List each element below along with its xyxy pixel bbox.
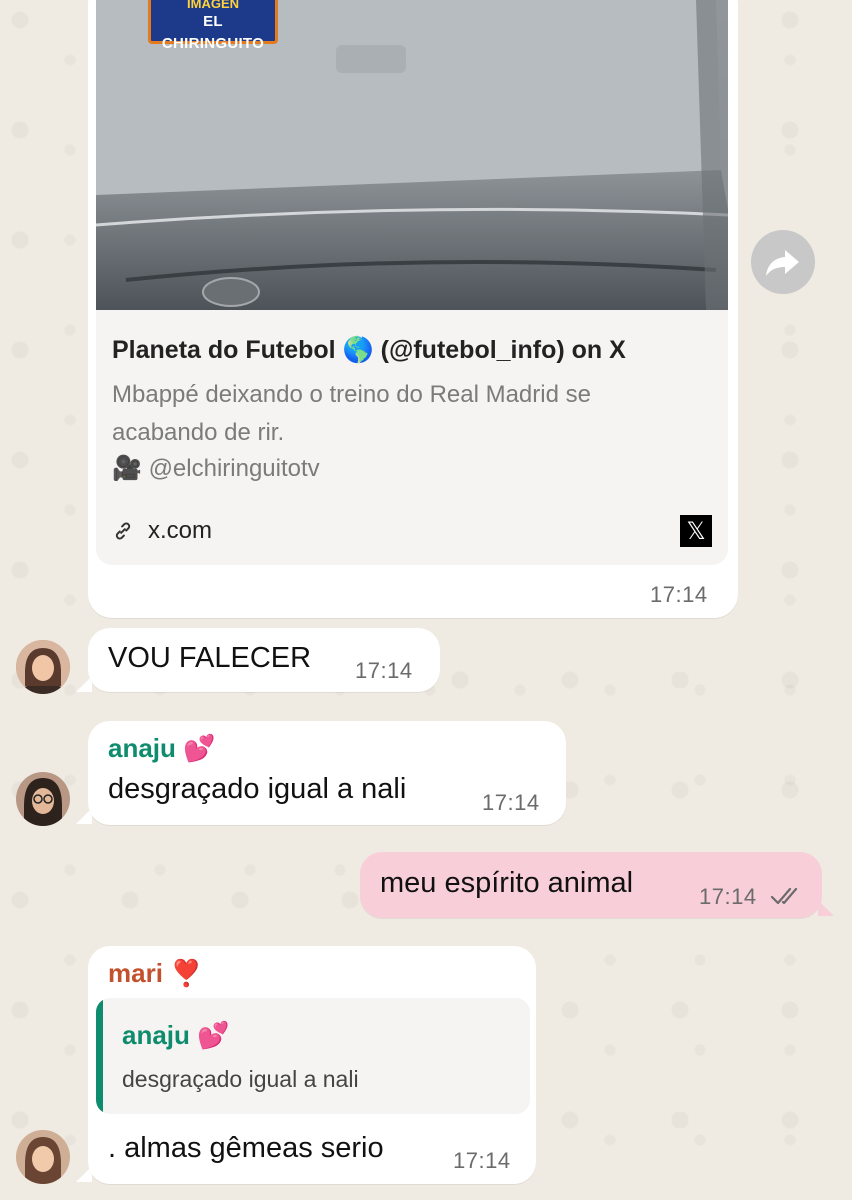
message-text: meu espírito animal	[380, 867, 634, 899]
chiringuito-badge: IMAGEN EL CHIRINGUITO	[148, 0, 278, 52]
message-time: 17:14	[699, 884, 757, 909]
link-icon	[112, 520, 134, 547]
message-time: 17:14	[355, 658, 413, 683]
preview-description-line1: Mbappé deixando o treino do Real Madrid …	[112, 381, 591, 408]
double-check-icon	[770, 885, 802, 912]
quote-sender: anaju 💕	[122, 1020, 230, 1051]
quote-sender-text: anaju	[122, 1020, 190, 1050]
quoted-message[interactable]: anaju 💕 desgraçado igual a nali	[96, 998, 530, 1114]
message-text: . almas gêmeas serio	[108, 1132, 384, 1164]
message-text: desgraçado igual a nali	[108, 773, 407, 805]
sender-name-text: anaju	[108, 733, 176, 763]
preview-thumbnail[interactable]: IMAGEN EL CHIRINGUITO	[96, 0, 728, 310]
preview-credit-handle: @elchiringuitotv	[148, 455, 320, 482]
two-hearts-icon: 💕	[183, 733, 216, 763]
heart-exclamation-icon: ❣️	[170, 958, 203, 988]
sender-name[interactable]: anaju 💕	[108, 733, 216, 764]
preview-description-line2: acabando de rir.	[112, 419, 285, 446]
badge-top-text: IMAGEN	[187, 0, 239, 11]
video-camera-icon: 🎥	[112, 455, 142, 482]
message-text: VOU FALECER	[108, 642, 312, 674]
preview-domain-link[interactable]: x.com	[148, 517, 212, 545]
message-time: 17:14	[650, 582, 708, 607]
sender-name[interactable]: mari ❣️	[108, 958, 203, 989]
bubble-tail	[818, 900, 834, 916]
avatar[interactable]	[16, 1130, 70, 1184]
preview-info-panel[interactable]: Planeta do Futebol 🌎 (@futebol_info) on …	[96, 310, 728, 565]
message-time: 17:14	[482, 790, 540, 815]
x-logo-glyph: 𝕏	[686, 517, 706, 545]
sender-name-text: mari	[108, 958, 163, 988]
quote-accent-bar	[96, 998, 103, 1114]
message-time: 17:14	[453, 1148, 511, 1173]
avatar[interactable]	[16, 772, 70, 826]
x-logo-icon: 𝕏	[680, 515, 712, 547]
forward-arrow-icon	[766, 250, 799, 276]
badge-bottom-text: EL CHIRINGUITO	[161, 13, 265, 52]
preview-credit: 🎥 @elchiringuitotv	[112, 454, 320, 483]
quote-text: desgraçado igual a nali	[122, 1066, 359, 1092]
avatar[interactable]	[16, 640, 70, 694]
forward-button[interactable]	[751, 230, 815, 294]
two-hearts-icon: 💕	[197, 1020, 230, 1050]
preview-title: Planeta do Futebol 🌎 (@futebol_info) on …	[112, 336, 626, 364]
